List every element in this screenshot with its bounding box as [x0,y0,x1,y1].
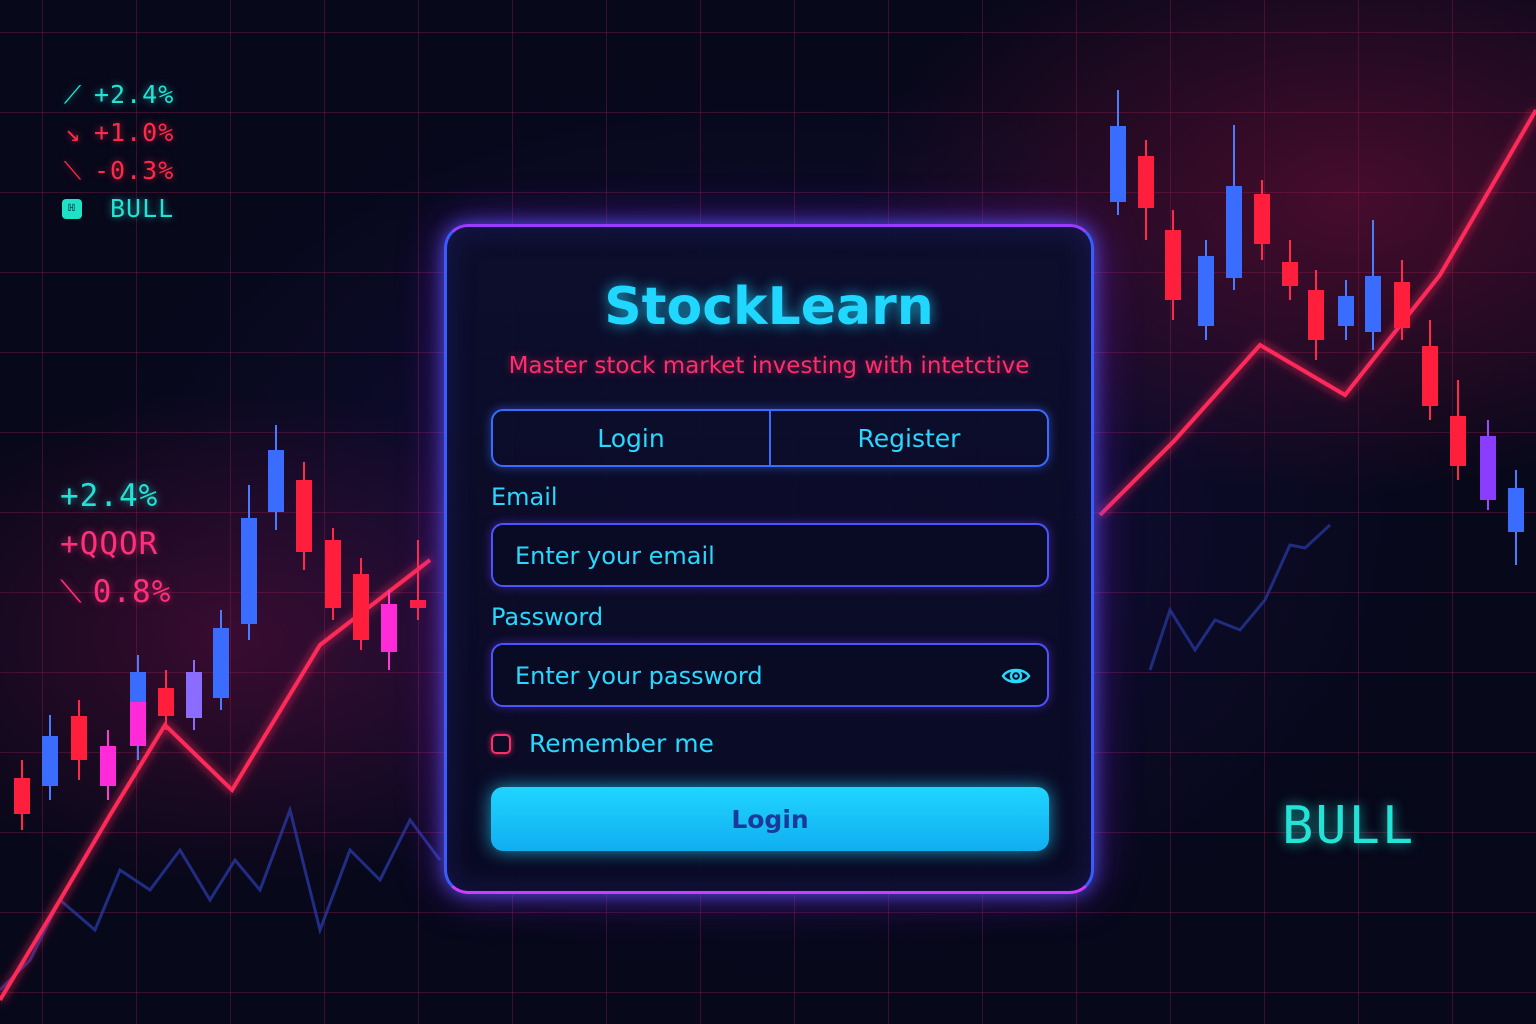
login-card: StockLearn Master stock market investing… [444,224,1094,894]
arrow-down-right-icon: ↘ [64,118,82,147]
password-label: Password [491,603,604,631]
ticker-value: BULL [110,194,175,223]
ticker-value: +QQOR [60,526,159,562]
remember-me-label: Remember me [529,729,714,758]
ticker-row: +2.4% [60,472,171,520]
trend-down-icon: ⟍ [63,156,83,185]
email-label: Email [491,483,558,511]
eye-icon[interactable] [1001,661,1031,691]
ticker-row: +QQOR [60,520,171,568]
ticker-value: +1.0% [94,118,175,147]
tab-register[interactable]: Register [769,411,1047,465]
ticker-value: 0.8% [92,574,172,610]
ticker-value: +2.4% [94,80,175,109]
background: ⟋ +2.4% ↘ +1.0% ⟍ -0.3% ℍ BULL +2.4% +QQ… [0,0,1536,1024]
trend-down-icon: ⟍ [60,574,83,610]
tab-login[interactable]: Login [493,411,769,465]
app-subtitle: Master stock market investing with intet… [508,353,1030,379]
app-title: StockLearn [604,277,934,337]
email-field-container [491,523,1049,587]
background-candles-right [1110,90,1524,565]
password-field-container [491,643,1049,707]
ticker-list-top: ⟋ +2.4% ↘ +1.0% ⟍ -0.3% ℍ BULL [62,76,174,228]
email-field[interactable] [513,525,977,587]
remember-me-checkbox[interactable] [491,733,511,754]
ticker-value: +2.4% [60,478,159,514]
password-field[interactable] [513,645,977,707]
ticker-row: ⟍ -0.3% [62,152,174,190]
ticker-row: ↘ +1.0% [62,114,174,152]
auth-tabs: Login Register [491,409,1049,467]
ticker-row: ℍ BULL [62,190,174,228]
trend-up-icon: ⟋ [63,80,83,109]
remember-me-option[interactable]: Remember me [491,729,714,758]
background-line-right-faint [1148,523,1332,671]
ticker-value: -0.3% [94,156,175,185]
background-line-left-faint [0,804,442,992]
bull-badge-icon: ℍ [62,199,82,219]
ticker-row: ⟋ +2.4% [62,76,174,114]
ticker-row: ⟍ 0.8% [60,568,171,616]
login-button[interactable]: Login [491,787,1049,851]
bull-label: BULL [1282,796,1416,856]
ticker-list-mid: +2.4% +QQOR ⟍ 0.8% [60,472,171,616]
